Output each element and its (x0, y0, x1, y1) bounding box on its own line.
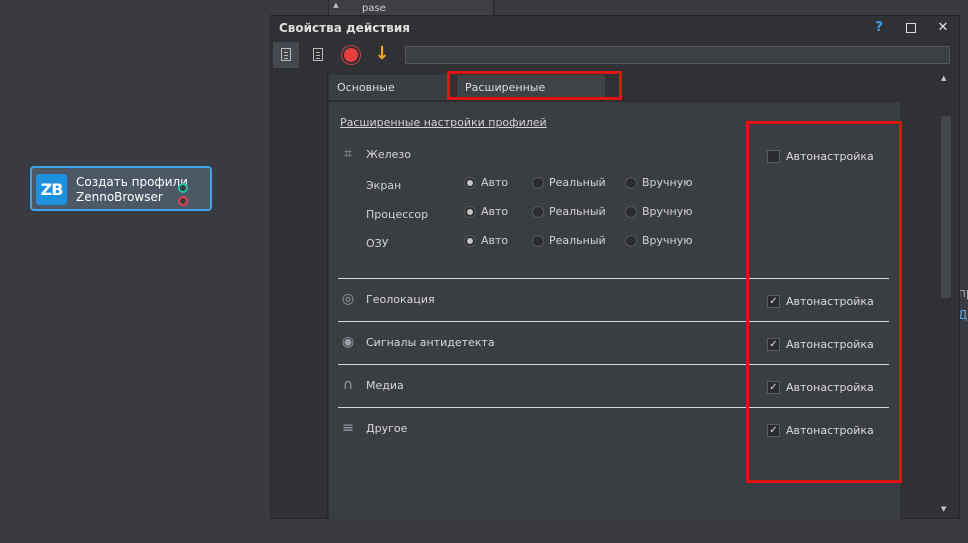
screen-auto-label: Авто (481, 176, 509, 189)
antidetect-label: Сигналы антидетекта (366, 336, 495, 349)
help-button[interactable]: ? (867, 18, 891, 38)
ram-real-label: Реальный (549, 234, 606, 247)
edit-doc-button[interactable] (305, 42, 331, 68)
fingerprint-icon: ◉ (341, 334, 355, 350)
cpu-real-label: Реальный (549, 205, 606, 218)
screen-auto-radio[interactable] (464, 177, 476, 189)
record-icon (344, 48, 358, 62)
record-button[interactable] (338, 42, 364, 68)
background-scroll-up-icon[interactable]: ▲ (329, 0, 343, 12)
media-label: Медиа (366, 379, 404, 392)
background-text: pase (362, 3, 386, 14)
cpu-manual-radio[interactable] (625, 206, 637, 218)
maximize-button[interactable] (899, 18, 923, 38)
node-title: Создать профили ZennoBrowser (76, 175, 188, 205)
other-label: Другое (366, 422, 408, 435)
cpu-manual-label: Вручную (642, 205, 693, 218)
ram-label: ОЗУ (366, 237, 389, 250)
error-port-icon[interactable] (178, 196, 188, 206)
scrollbar-thumb[interactable] (941, 116, 951, 298)
screen-manual-label: Вручную (642, 176, 693, 189)
cpu-auto-label: Авто (481, 205, 509, 218)
cpu-label: Процессор (366, 208, 429, 221)
chip-icon: ⌗ (344, 146, 352, 162)
dialog-toolbar: ↓ (271, 40, 959, 70)
sliders-icon: ≡ (342, 420, 354, 436)
hardware-label: Железо (366, 148, 411, 161)
geolocation-label: Геолокация (366, 293, 435, 306)
node-title-line1: Создать профили (76, 175, 188, 189)
left-strip (271, 70, 328, 518)
highlight-frame-tab (447, 71, 622, 100)
download-button[interactable]: ↓ (369, 42, 395, 68)
ram-auto-radio[interactable] (464, 235, 476, 247)
screen-manual-radio[interactable] (625, 177, 637, 189)
highlight-frame-autoconfig (746, 121, 902, 483)
cpu-real-radio[interactable] (532, 206, 544, 218)
maximize-icon (906, 23, 916, 33)
node-title-line2: ZennoBrowser (76, 190, 163, 204)
ram-manual-label: Вручную (642, 234, 693, 247)
cpu-auto-radio[interactable] (464, 206, 476, 218)
document-edit-icon (313, 48, 323, 61)
screen-label: Экран (366, 179, 402, 192)
dialog-titlebar[interactable]: Свойства действия ? ✕ (271, 16, 959, 40)
search-input[interactable] (405, 46, 950, 64)
settings-doc-button[interactable] (273, 42, 299, 68)
arrow-down-icon: ↓ (374, 43, 390, 64)
screen-real-radio[interactable] (532, 177, 544, 189)
zennobrowser-logo-icon: ZB (36, 174, 67, 205)
dialog-scrollbar[interactable]: ▲ ▼ (938, 70, 954, 518)
headphones-icon: ∩ (342, 377, 354, 393)
dialog-title: Свойства действия (279, 21, 411, 35)
section-title-link[interactable]: Расширенные настройки профилей (340, 116, 547, 129)
scroll-down-icon[interactable]: ▼ (941, 505, 946, 513)
success-port-icon[interactable] (178, 183, 188, 193)
screen-real-label: Реальный (549, 176, 606, 189)
action-properties-dialog: Свойства действия ? ✕ ↓ Основные настрой… (270, 15, 960, 519)
background-divider (493, 0, 495, 15)
scroll-up-icon[interactable]: ▲ (941, 74, 946, 82)
ram-manual-radio[interactable] (625, 235, 637, 247)
close-button[interactable]: ✕ (931, 18, 955, 38)
background-panel (328, 0, 494, 15)
document-settings-icon (281, 48, 291, 61)
ram-auto-label: Авто (481, 234, 509, 247)
globe-icon: ◎ (341, 291, 355, 307)
tab-basic-settings[interactable]: Основные настройки (329, 75, 447, 119)
ram-real-radio[interactable] (532, 235, 544, 247)
